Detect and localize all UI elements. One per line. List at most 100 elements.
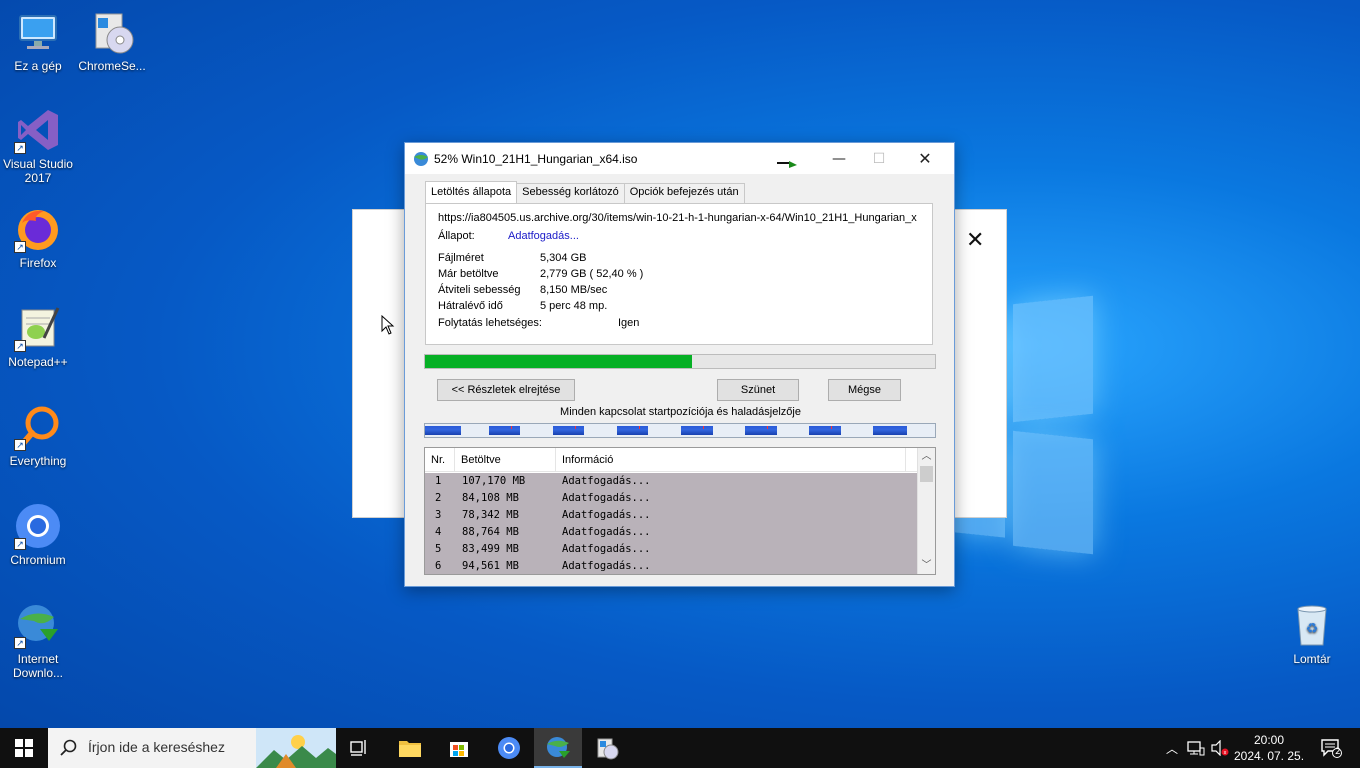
maximize-button: ☐	[872, 150, 886, 167]
downloaded-value: 2,779 GB ( 52,40 % )	[540, 268, 644, 280]
windows-start-icon	[15, 739, 33, 757]
status-label: Állapot:	[438, 230, 475, 242]
desktop-icon-recycle-bin[interactable]: ♻ Lomtár	[1274, 601, 1350, 666]
close-button[interactable]: ✕	[902, 143, 948, 174]
download-arrow-icon	[777, 161, 797, 168]
folder-icon	[399, 741, 421, 757]
tab-options-on-completion[interactable]: Opciók befejezés után	[623, 183, 745, 203]
connection-segment	[553, 426, 584, 435]
desktop-icon-notepad-plus-plus[interactable]: ↗ Notepad++	[0, 304, 76, 369]
connection-segment	[617, 426, 648, 435]
visual-studio-icon: ↗	[14, 106, 62, 154]
connections-progress-bar	[424, 423, 936, 438]
notification-count-badge: 2	[1335, 747, 1341, 757]
scroll-down-icon[interactable]: ﹀	[918, 557, 935, 574]
notepad-plus-plus-icon: ↗	[14, 304, 62, 352]
table-row[interactable]: 1 107,170 MB Adatfogadás...	[425, 473, 917, 490]
chromium-icon	[498, 737, 520, 759]
computer-icon	[14, 8, 62, 56]
connection-position-marker	[703, 426, 704, 429]
network-icon	[1187, 741, 1205, 756]
chromium-icon: ↗	[14, 502, 62, 550]
table-row[interactable]: 2 84,108 MB Adatfogadás...	[425, 490, 917, 507]
task-view-icon	[350, 740, 366, 756]
download-status-panel: https://ia804505.us.archive.org/30/items…	[425, 203, 933, 345]
taskbar-clock[interactable]: 20:00 2024. 07. 25.	[1232, 732, 1306, 764]
connection-position-marker	[639, 426, 640, 429]
taskbar-search-box[interactable]: Írjon ide a kereséshez	[48, 728, 336, 768]
connection-segment	[681, 426, 713, 435]
connection-position-marker	[575, 426, 576, 429]
resume-capability-label: Folytatás lehetséges:	[438, 317, 542, 329]
connections-list-header: Nr. Betöltve Információ	[425, 448, 917, 472]
recycle-bin-icon: ♻	[1288, 601, 1336, 649]
mouse-cursor-icon	[381, 315, 395, 335]
time-left-label: Hátralévő idő	[438, 300, 503, 312]
connection-segment	[425, 426, 461, 435]
scroll-up-icon[interactable]: ︿	[918, 448, 935, 465]
vertical-scrollbar[interactable]: ︿ ﹀	[917, 448, 935, 574]
idm-icon	[547, 737, 570, 758]
desktop-icon-internet-download-manager[interactable]: ↗ Internet Downlo...	[0, 601, 76, 680]
download-progress-bar	[424, 354, 936, 369]
taskbar-internet-download-manager[interactable]	[534, 728, 582, 768]
action-center-button[interactable]: 2	[1310, 728, 1352, 768]
tab-bar: Letöltés állapota Sebesség korlátozó Opc…	[425, 181, 745, 203]
resume-capability-value: Igen	[618, 317, 640, 329]
connection-segment	[809, 426, 841, 435]
desktop-icon-firefox[interactable]: ↗ Firefox	[0, 205, 76, 270]
time-left-value: 5 perc 48 mp.	[540, 300, 608, 312]
desktop-icon-everything[interactable]: ↗ Everything	[0, 403, 76, 468]
shortcut-arrow-icon: ↗	[14, 439, 26, 451]
tab-download-status[interactable]: Letöltés állapota	[425, 181, 518, 203]
idm-icon: ↗	[14, 601, 62, 649]
taskbar-chromium[interactable]	[485, 728, 533, 768]
pause-button[interactable]: Szünet	[717, 379, 799, 401]
taskbar-file-explorer[interactable]	[386, 728, 434, 768]
transfer-rate-label: Átviteli sebesség	[438, 284, 521, 296]
hide-details-button[interactable]: << Részletek elrejtése	[437, 379, 575, 401]
everything-search-icon: ↗	[14, 403, 62, 451]
speaker-muted-icon: x	[1211, 740, 1229, 756]
store-icon	[450, 742, 468, 757]
start-button[interactable]	[0, 728, 48, 768]
shortcut-arrow-icon: ↗	[14, 637, 26, 649]
cancel-button[interactable]: Mégse	[828, 379, 901, 401]
network-status-button[interactable]	[1184, 728, 1208, 768]
desktop-icon-this-pc[interactable]: Ez a gép	[0, 8, 76, 73]
title-bar[interactable]: 52% Win10_21H1_Hungarian_x64.iso — ☐ ✕	[405, 143, 954, 174]
shortcut-arrow-icon: ↗	[14, 538, 26, 550]
table-row[interactable]: 3 78,342 MB Adatfogadás...	[425, 507, 917, 524]
table-row[interactable]: 4 88,764 MB Adatfogadás...	[425, 524, 917, 541]
desktop-icon-visual-studio[interactable]: ↗ Visual Studio 2017	[0, 106, 76, 185]
column-header-downloaded[interactable]: Betöltve	[461, 454, 501, 466]
desktop-icon-chromium[interactable]: ↗ Chromium	[0, 502, 76, 567]
search-icon	[60, 739, 77, 756]
connection-segment	[745, 426, 777, 435]
connection-segment	[873, 426, 907, 435]
table-row[interactable]: 5 83,499 MB Adatfogadás...	[425, 541, 917, 558]
search-placeholder: Írjon ide a kereséshez	[88, 739, 225, 755]
column-header-nr[interactable]: Nr.	[431, 454, 445, 466]
scroll-thumb[interactable]	[920, 466, 933, 482]
column-header-info[interactable]: Információ	[562, 454, 613, 466]
taskbar-microsoft-store[interactable]	[435, 728, 483, 768]
volume-button[interactable]: x	[1208, 728, 1232, 768]
file-size-label: Fájlméret	[438, 252, 484, 264]
taskbar-chromesetup[interactable]	[583, 728, 631, 768]
task-view-button[interactable]	[336, 728, 384, 768]
connection-segment	[489, 426, 520, 435]
connections-list[interactable]: Nr. Betöltve Információ 1 107,170 MB Ada…	[424, 447, 936, 575]
connection-position-marker	[767, 426, 768, 429]
file-size-value: 5,304 GB	[540, 252, 587, 264]
svg-text:♻: ♻	[1306, 620, 1319, 636]
firefox-icon: ↗	[14, 205, 62, 253]
background-window-close-icon[interactable]: ✕	[966, 228, 984, 253]
shortcut-arrow-icon: ↗	[14, 142, 26, 154]
transfer-rate-value: 8,150 MB/sec	[540, 284, 608, 296]
show-hidden-icons-button[interactable]: ︿	[1160, 728, 1184, 768]
downloaded-label: Már betöltve	[438, 268, 499, 280]
tab-speed-limiter[interactable]: Sebesség korlátozó	[516, 183, 625, 203]
desktop-icon-chromesetup[interactable]: ChromeSe...	[74, 8, 150, 73]
table-row[interactable]: 6 94,561 MB Adatfogadás...	[425, 558, 917, 574]
